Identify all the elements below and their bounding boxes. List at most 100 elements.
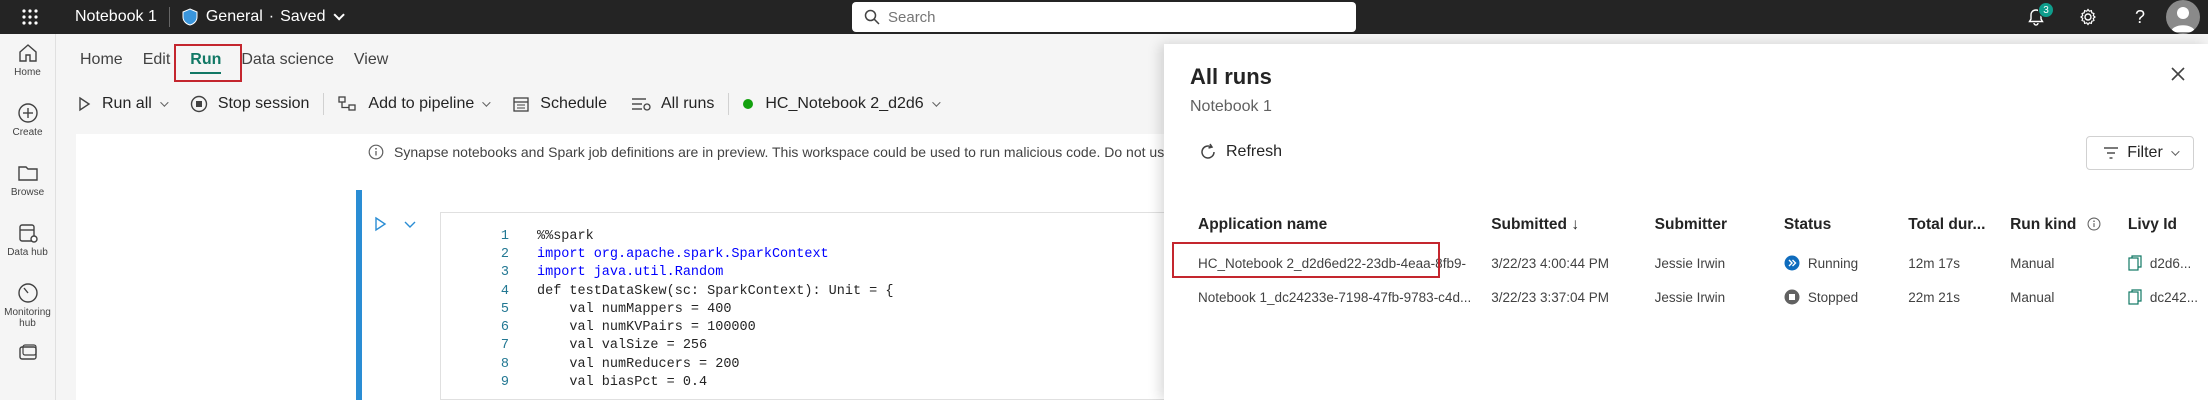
- line-number: 5: [500, 301, 509, 317]
- divider: [168, 7, 170, 27]
- livy-id-text: d2d6...: [2149, 255, 2192, 271]
- app-launcher-icon[interactable]: [0, 0, 60, 34]
- nav-monitoring-hub[interactable]: Monitoring hub: [0, 274, 55, 334]
- top-bar: Notebook 1 General · Saved 3 ?: [0, 0, 2208, 34]
- all-runs-label: All runs: [661, 95, 715, 112]
- left-navigation: Home Create Browse Data hub Monitoring h…: [0, 34, 56, 400]
- tab-data-science[interactable]: Data science: [231, 34, 344, 86]
- chevron-down-icon[interactable]: [931, 98, 941, 107]
- nav-data-hub[interactable]: Data hub: [0, 214, 55, 274]
- copy-icon[interactable]: [2128, 255, 2142, 271]
- nav-label: Home: [14, 67, 41, 78]
- column-header-label: Submitted: [1491, 216, 1567, 233]
- notebook-title[interactable]: Notebook 1: [75, 8, 157, 26]
- sensitivity-shield-icon: [182, 8, 198, 26]
- info-icon[interactable]: [2087, 217, 2101, 231]
- run-all-button[interactable]: Run all: [64, 86, 178, 122]
- refresh-icon: [1201, 143, 1215, 159]
- code-text: val biasPct = 0.4: [537, 375, 708, 391]
- column-header-run-kind[interactable]: Run kind: [2000, 204, 2118, 246]
- code-text: val numKVPairs = 100000: [537, 320, 756, 336]
- workspace-name[interactable]: General: [206, 8, 263, 26]
- chevron-down-icon: [2170, 147, 2180, 156]
- session-selector[interactable]: HC_Notebook 2_d2d6: [731, 86, 949, 122]
- nav-label: Browse: [10, 187, 45, 198]
- code-text: val valSize = 256: [537, 338, 708, 354]
- line-number: 6: [500, 320, 509, 336]
- status-cell: Stopped: [1774, 280, 1898, 314]
- nav-browse[interactable]: Browse: [0, 154, 55, 214]
- search-box[interactable]: [852, 2, 1356, 32]
- code-line: 5 val numMappers = 400: [441, 300, 1165, 318]
- nav-label: Create: [12, 127, 43, 138]
- code-text: val numReducers = 200: [537, 356, 740, 372]
- help-button[interactable]: ?: [2114, 0, 2166, 34]
- column-header-livy-id[interactable]: Livy Id: [2118, 204, 2208, 246]
- add-to-pipeline-button[interactable]: Add to pipeline: [326, 86, 500, 122]
- notifications-button[interactable]: 3: [2010, 0, 2062, 34]
- folder-icon: [17, 166, 38, 181]
- plus-circle-icon: [17, 103, 38, 123]
- column-header-total-duration[interactable]: Total dur...: [1898, 204, 2000, 246]
- chevron-down-icon[interactable]: [402, 216, 418, 232]
- cell-controls: [372, 216, 418, 232]
- code-text: val numMappers = 400: [537, 301, 732, 317]
- column-header-submitter[interactable]: Submitter: [1645, 204, 1774, 246]
- sort-arrow-icon: ↓: [1571, 216, 1580, 233]
- code-editor[interactable]: 1 %%spark 2 import org.apache.spark.SparkC…: [440, 212, 1166, 400]
- schedule-button[interactable]: Schedule: [500, 86, 619, 122]
- code-text: import java.util.Random: [537, 265, 724, 281]
- line-number: 2: [500, 246, 509, 262]
- column-header-application-name[interactable]: Application name: [1188, 204, 1481, 246]
- run-cell-icon[interactable]: [372, 216, 388, 232]
- search-input[interactable]: [888, 8, 1328, 26]
- avatar[interactable]: [2166, 0, 2200, 34]
- stop-icon: [190, 95, 208, 113]
- column-header-submitted[interactable]: Submitted ↓: [1481, 204, 1644, 246]
- session-status-dot: [743, 99, 754, 109]
- chevron-down-icon[interactable]: [159, 98, 169, 107]
- column-header-label: Run kind: [2010, 216, 2077, 233]
- status-text: Stopped: [1807, 289, 1859, 305]
- stop-session-button[interactable]: Stop session: [178, 86, 322, 122]
- duration-cell: 12m 17s: [1908, 255, 1960, 271]
- status-cell: Running: [1774, 246, 1898, 280]
- calendar-icon: [513, 97, 529, 112]
- running-app-highlight: [1172, 242, 1440, 278]
- run-all-label: Run all: [102, 95, 152, 112]
- nav-home[interactable]: Home: [0, 34, 55, 94]
- topbar-actions: 3 ?: [2010, 0, 2208, 34]
- all-runs-panel: All runs Notebook 1 Refresh Filter Appli…: [1164, 44, 2208, 400]
- livy-id-cell[interactable]: d2d6...: [2118, 246, 2208, 280]
- tab-view[interactable]: View: [344, 34, 398, 86]
- gear-icon: [2080, 8, 2096, 26]
- all-runs-button[interactable]: All runs: [619, 86, 726, 122]
- code-line: 8 val numReducers = 200: [441, 355, 1165, 373]
- save-status: Saved: [280, 8, 326, 25]
- chevron-down-icon[interactable]: [333, 9, 346, 21]
- refresh-button[interactable]: Refresh: [1198, 142, 1282, 162]
- close-button[interactable]: [2170, 66, 2186, 85]
- toolbar-divider: [728, 93, 730, 115]
- panel-subtitle: Notebook 1: [1190, 98, 1272, 115]
- chevron-down-icon[interactable]: [482, 98, 491, 107]
- workspaces-icon: [18, 344, 37, 360]
- toolbar-divider: [323, 93, 325, 115]
- livy-id-cell[interactable]: dc242...: [2118, 280, 2208, 314]
- copy-icon[interactable]: [2128, 289, 2142, 305]
- tab-home[interactable]: Home: [70, 34, 133, 86]
- line-number: 8: [500, 356, 509, 372]
- settings-button[interactable]: [2062, 0, 2114, 34]
- home-icon: [18, 44, 37, 62]
- filter-button[interactable]: Filter: [2086, 136, 2194, 170]
- nav-more[interactable]: [0, 334, 55, 394]
- nav-create[interactable]: Create: [0, 94, 55, 154]
- code-text: def testDataSkew(sc: SparkContext): Unit…: [537, 283, 894, 299]
- code-text: %%spark: [537, 228, 594, 244]
- column-header-status[interactable]: Status: [1774, 204, 1898, 246]
- database-icon: [18, 224, 38, 243]
- user-icon: [2171, 7, 2195, 32]
- submitted-cell: 3/22/23 3:37:04 PM: [1491, 289, 1610, 305]
- run-toolbar: Run all Stop session Add to pipeline Sch…: [56, 86, 950, 122]
- application-name-link[interactable]: Notebook 1_dc24233e-7198-47fb-9783-c4d..…: [1188, 280, 1481, 314]
